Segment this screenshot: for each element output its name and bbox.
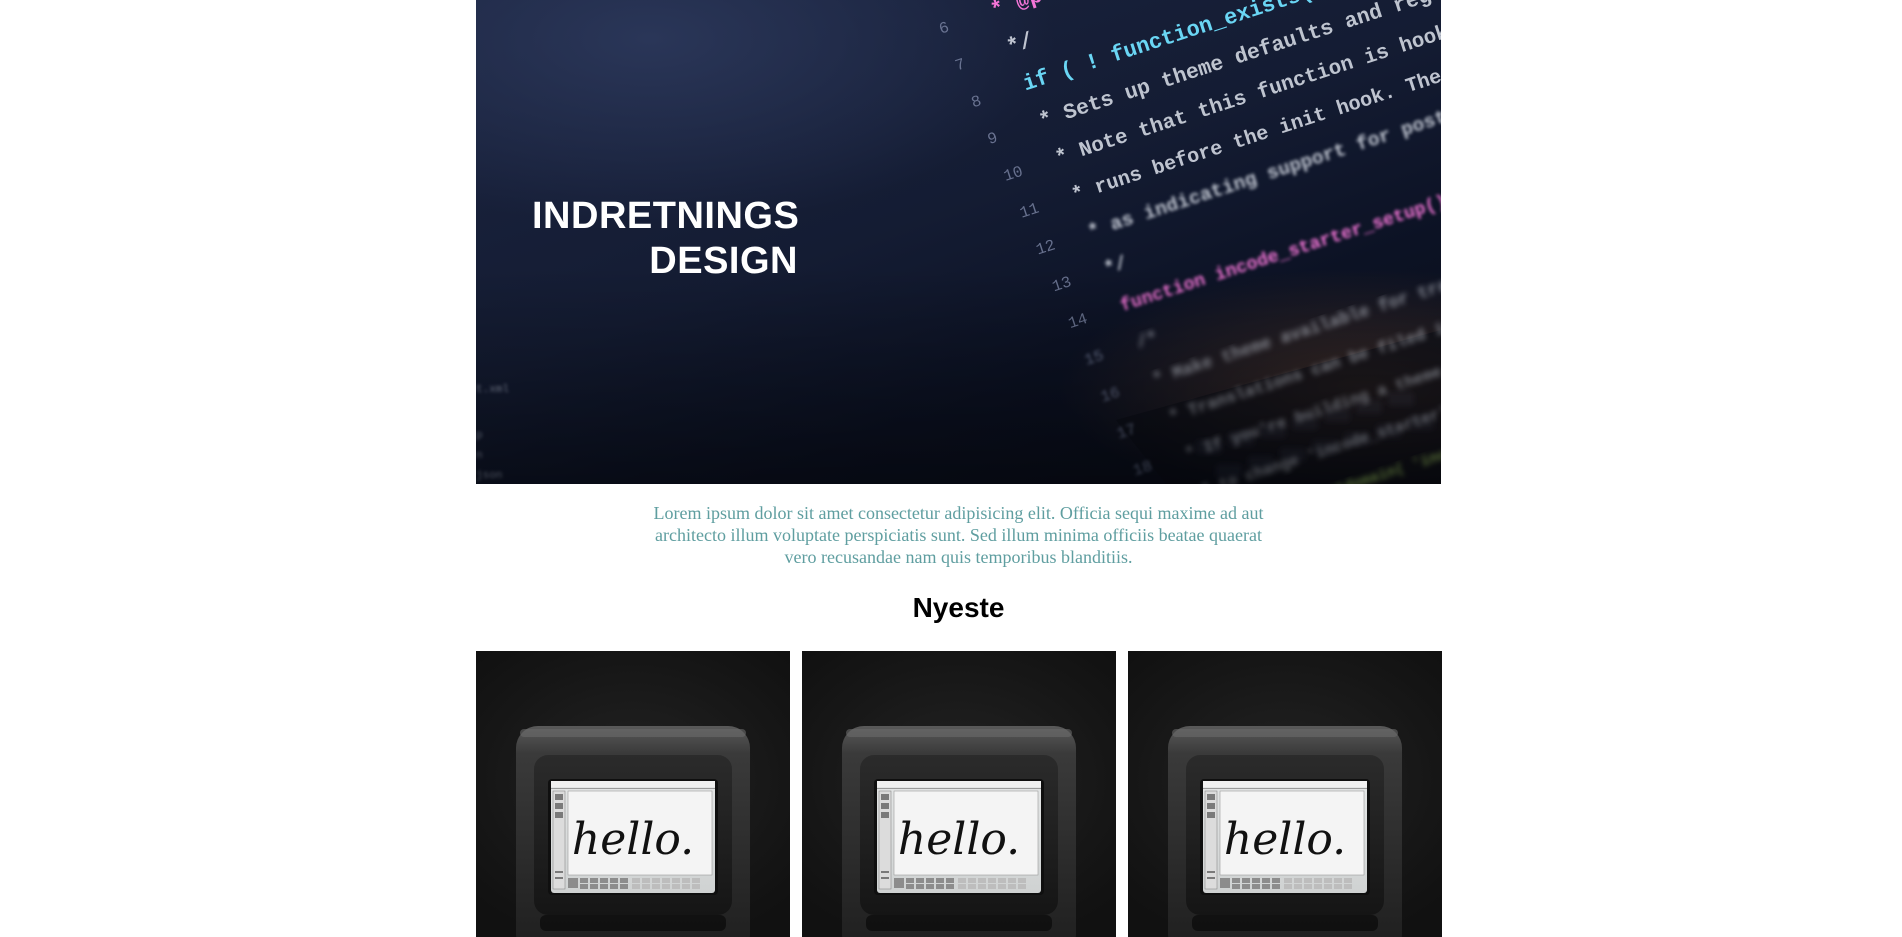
hero-title: INDRETNINGS DESIGN (532, 194, 800, 284)
hero-title-line-2: DESIGN (649, 240, 798, 282)
latest-heading: Nyeste (912, 592, 1005, 623)
hero-title-line-1: INDRETNINGS (532, 195, 800, 237)
latest-card[interactable]: hello. (1128, 651, 1442, 937)
retro-computer-image: hello. (841, 725, 1077, 937)
retro-computer-image: hello. (1167, 725, 1403, 937)
hello-screen-text: hello. (898, 814, 1020, 865)
hello-screen-text: hello. (572, 814, 694, 865)
page: t.xml p n json 4567891011121314151617181… (476, 0, 1442, 937)
latest-card[interactable]: hello. (476, 651, 790, 937)
latest-cards: hello. hello. hello. (476, 651, 1442, 937)
retro-computer-image: hello. (515, 725, 751, 937)
hello-screen-text: hello. (1224, 814, 1346, 865)
intro-text: Lorem ipsum dolor sit amet consectetur a… (653, 503, 1264, 567)
hero-banner: t.xml p n json 4567891011121314151617181… (476, 0, 1441, 484)
latest-card[interactable]: hello. (802, 651, 1116, 937)
